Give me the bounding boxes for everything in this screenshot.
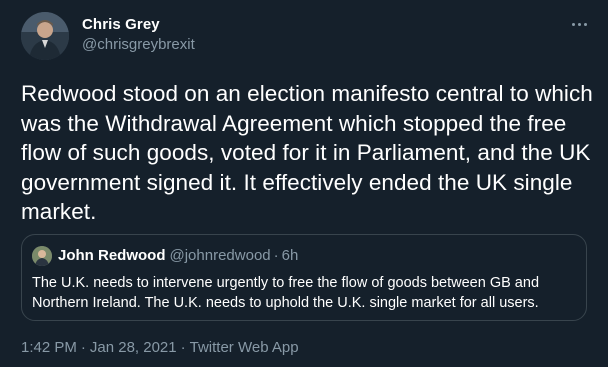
meta-separator: · bbox=[80, 339, 86, 356]
quoted-author-handle: @johnredwood bbox=[169, 247, 271, 264]
tweet-time[interactable]: 1:42 PM bbox=[21, 339, 77, 356]
quoted-tweet-text: The U.K. needs to intervene urgently to … bbox=[32, 275, 540, 311]
tweet-date[interactable]: Jan 28, 2021 bbox=[90, 339, 177, 356]
meta-separator: · bbox=[180, 339, 186, 356]
tweet-metadata: 1:42 PM · Jan 28, 2021 · Twitter Web App bbox=[21, 339, 299, 356]
author-avatar[interactable] bbox=[21, 12, 69, 60]
tweet-card: Chris Grey @chrisgreybrexit Redwood stoo… bbox=[0, 0, 608, 367]
quoted-tweet-time: 6h bbox=[281, 247, 299, 264]
tweet-text: Redwood stood on an election manifesto c… bbox=[21, 81, 593, 224]
more-horizontal-icon[interactable] bbox=[568, 14, 590, 34]
author-name[interactable]: Chris Grey bbox=[82, 16, 160, 33]
quoted-author-name: John Redwood bbox=[58, 247, 166, 264]
quoted-tweet[interactable]: John Redwood @johnredwood · 6h The U.K. nee… bbox=[21, 234, 587, 321]
quoted-author-avatar bbox=[32, 246, 52, 266]
quoted-separator: · bbox=[273, 247, 279, 264]
quoted-tweet-header: John Redwood @johnredwood · 6h bbox=[58, 247, 298, 264]
author-handle[interactable]: @chrisgreybrexit bbox=[82, 36, 195, 53]
tweet-source-app[interactable]: Twitter Web App bbox=[190, 339, 299, 356]
